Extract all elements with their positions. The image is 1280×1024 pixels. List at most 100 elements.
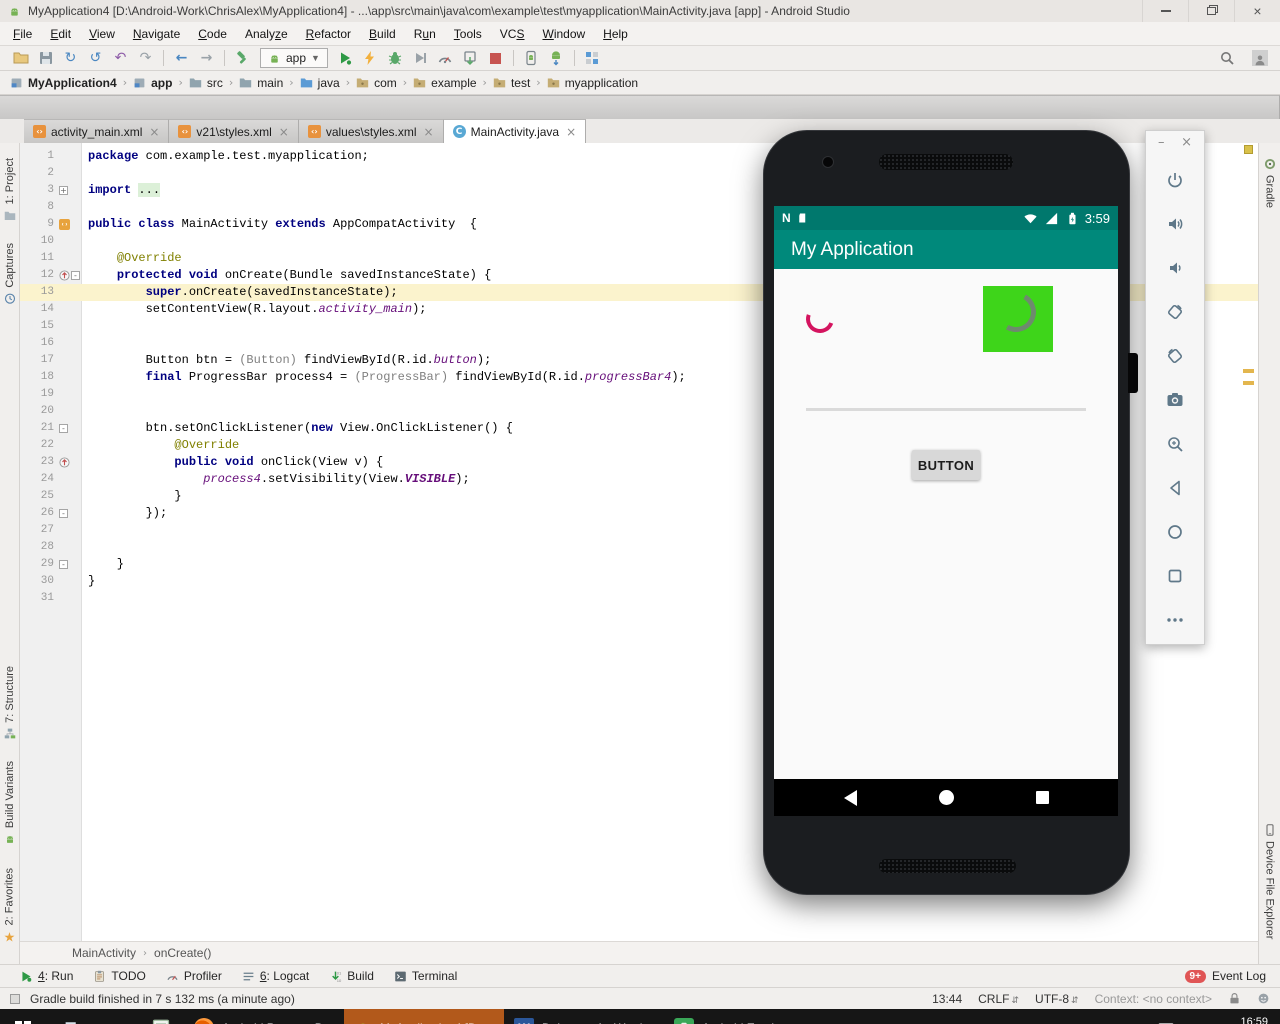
network-icon[interactable] (1158, 1021, 1174, 1024)
sync-icon[interactable]: ↻ (58, 47, 83, 69)
inspection-status-icon[interactable] (1244, 145, 1253, 154)
avd-icon[interactable] (519, 47, 544, 69)
event-log-button[interactable]: 9+ Event Log (1185, 969, 1270, 983)
emulator-home-button[interactable] (1164, 521, 1186, 543)
tool-stripe-2-favorites[interactable]: ★2: Favorites (3, 868, 16, 945)
gauge-icon[interactable] (433, 47, 458, 69)
toolwindow-profiler[interactable]: Profiler (156, 967, 232, 985)
toolwindow-4-run[interactable]: 4: Run (10, 967, 83, 985)
editor-breadcrumb-1[interactable]: onCreate() (154, 946, 211, 960)
android-home-button[interactable] (939, 790, 954, 805)
breadcrumb-com[interactable]: com (354, 76, 399, 90)
tab-close-icon[interactable]: × (566, 125, 576, 139)
toolwindow-6-logcat[interactable]: 6: Logcat (232, 967, 319, 985)
menu-edit[interactable]: Edit (41, 24, 80, 44)
attach-icon[interactable] (458, 47, 483, 69)
line-ending-select[interactable]: CRLF⇵ (978, 992, 1019, 1006)
tool-stripe-captures[interactable]: Captures (4, 243, 16, 305)
tab-v21-styles-xml[interactable]: ‹›v21\styles.xml× (169, 119, 298, 143)
emulator-minimize-button[interactable]: – (1158, 135, 1165, 150)
breadcrumb-MyApplication4[interactable]: MyApplication4 (8, 76, 119, 90)
undo-icon[interactable]: ↶ (108, 47, 133, 69)
menu-navigate[interactable]: Navigate (124, 24, 189, 44)
emulator-overview-button[interactable] (1164, 565, 1186, 587)
breadcrumb-main[interactable]: main (237, 76, 285, 90)
breadcrumb-app[interactable]: app (131, 76, 174, 90)
scrollbar-warning-mark[interactable] (1243, 369, 1254, 373)
file-explorer-button[interactable] (92, 1009, 138, 1024)
menu-vcs[interactable]: VCS (491, 24, 534, 44)
hammer-icon[interactable] (230, 47, 255, 69)
tab-close-icon[interactable]: × (149, 125, 159, 139)
toolwindow-toggle-icon[interactable] (10, 994, 20, 1004)
lightning-icon[interactable] (358, 47, 383, 69)
editor-breadcrumb-0[interactable]: MainActivity (72, 946, 136, 960)
tool-stripe-gradle[interactable]: Gradle (1264, 158, 1276, 208)
open-icon[interactable] (8, 47, 33, 69)
volmute-icon[interactable] (1186, 1021, 1202, 1024)
breadcrumb-example[interactable]: example (411, 76, 478, 90)
fold-collapse-icon[interactable]: - (59, 509, 68, 518)
back-icon[interactable]: ← (169, 47, 194, 69)
lock-icon[interactable] (1228, 992, 1241, 1005)
emulator-power-button[interactable] (1164, 169, 1186, 191)
task-view-button[interactable] (46, 1009, 92, 1024)
layout-icon[interactable] (580, 47, 605, 69)
scrollbar-warning-mark[interactable] (1243, 381, 1254, 385)
app-button[interactable]: BUTTON (912, 450, 980, 480)
start-button[interactable] (0, 1009, 46, 1024)
emulator-screenshot-camera-button[interactable] (1164, 389, 1186, 411)
menu-file[interactable]: File (4, 24, 41, 44)
debug-icon[interactable] (383, 47, 408, 69)
emulator-task-button[interactable]: Android Emulator -... (664, 1009, 824, 1024)
taskbar-clock[interactable]: 16:5903.11.2018 (1214, 1015, 1268, 1024)
emulator-zoom-button[interactable] (1164, 433, 1186, 455)
breadcrumb-test[interactable]: test (491, 76, 532, 90)
tool-stripe-1-project[interactable]: 1: Project (4, 158, 16, 221)
tool-stripe-build-variants[interactable]: Build Variants (4, 761, 16, 845)
playgray-icon[interactable] (408, 47, 433, 69)
override-gutter-icon[interactable] (59, 270, 70, 281)
emulator-volume-up-button[interactable] (1164, 213, 1186, 235)
emulator-screen[interactable]: N 3:59 My Application (774, 206, 1118, 816)
breadcrumb-java[interactable]: java (298, 76, 342, 90)
encoding-select[interactable]: UTF-8⇵ (1035, 992, 1079, 1006)
settings-icon[interactable]: ↺ (83, 47, 108, 69)
save-icon[interactable] (33, 47, 58, 69)
android-overview-button[interactable] (1036, 791, 1049, 804)
breadcrumb-myapplication[interactable]: myapplication (545, 76, 640, 90)
emulator-rotate-left-button[interactable] (1164, 301, 1186, 323)
menu-window[interactable]: Window (533, 24, 594, 44)
minimize-button[interactable] (1142, 0, 1188, 22)
toolwindow-todo[interactable]: TODO (83, 967, 155, 985)
forward-icon[interactable]: → (194, 47, 219, 69)
layout-file-gutter-icon[interactable]: ‹› (59, 219, 70, 230)
cursor-position[interactable]: 13:44 (932, 992, 962, 1006)
override-gutter-icon[interactable] (59, 457, 70, 468)
emulator-close-button[interactable]: × (1181, 135, 1192, 150)
fold-collapse-icon[interactable]: - (71, 271, 80, 280)
sdk-icon[interactable] (544, 47, 569, 69)
breadcrumb-src[interactable]: src (187, 76, 225, 90)
tool-stripe-7-structure[interactable]: 7: Structure (4, 666, 16, 740)
emulator-volume-down-button[interactable] (1164, 257, 1186, 279)
fold-collapse-icon[interactable]: - (59, 560, 68, 569)
tab-mainactivity-java[interactable]: CMainActivity.java× (444, 119, 587, 143)
emulator-rotate-right-button[interactable] (1164, 345, 1186, 367)
toolwindow-build[interactable]: 0110Build (319, 967, 384, 985)
avatar-icon[interactable] (1247, 47, 1272, 69)
emulator-back-button[interactable] (1164, 477, 1186, 499)
android-back-button[interactable] (844, 790, 857, 806)
restore-button[interactable] (1188, 0, 1234, 22)
tool-stripe-device-file-explorer[interactable]: Device File Explorer (1264, 824, 1276, 939)
menu-tools[interactable]: Tools (445, 24, 491, 44)
menu-build[interactable]: Build (360, 24, 405, 44)
menu-analyze[interactable]: Analyze (236, 24, 297, 44)
fold-collapse-icon[interactable]: - (59, 424, 68, 433)
menu-run[interactable]: Run (405, 24, 445, 44)
toolwindow-terminal[interactable]: Terminal (384, 967, 467, 985)
stop-icon[interactable] (483, 47, 508, 69)
hector-inspector-icon[interactable] (1257, 992, 1270, 1005)
tab-activity-main-xml[interactable]: ‹›activity_main.xml× (24, 119, 169, 143)
menu-view[interactable]: View (80, 24, 124, 44)
